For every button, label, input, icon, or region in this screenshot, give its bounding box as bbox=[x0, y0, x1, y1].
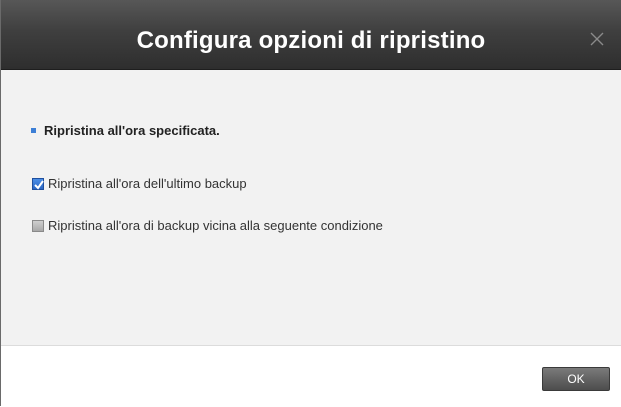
checkbox-checked-icon[interactable] bbox=[32, 177, 44, 190]
section-heading-text: Ripristina all'ora specificata. bbox=[44, 123, 220, 138]
restore-options-dialog: Configura opzioni di ripristino Ripristi… bbox=[0, 0, 621, 407]
ok-button[interactable]: OK bbox=[542, 367, 610, 391]
close-icon[interactable] bbox=[589, 31, 605, 47]
dialog-title: Configura opzioni di ripristino bbox=[136, 27, 486, 54]
checkbox-unchecked-icon[interactable] bbox=[32, 219, 44, 232]
bullet-icon bbox=[31, 128, 36, 133]
option-nearest-backup[interactable]: Ripristina all'ora di backup vicina alla… bbox=[32, 218, 383, 233]
dialog-content: Ripristina all'ora specificata. Ripristi… bbox=[1, 70, 621, 345]
option-last-backup-label: Ripristina all'ora dell'ultimo backup bbox=[48, 176, 247, 191]
option-nearest-backup-label: Ripristina all'ora di backup vicina alla… bbox=[48, 218, 383, 233]
dialog-footer: OK bbox=[1, 345, 621, 407]
section-heading: Ripristina all'ora specificata. bbox=[31, 123, 220, 138]
title-bar: Configura opzioni di ripristino bbox=[1, 0, 621, 70]
option-last-backup[interactable]: Ripristina all'ora dell'ultimo backup bbox=[32, 176, 247, 191]
